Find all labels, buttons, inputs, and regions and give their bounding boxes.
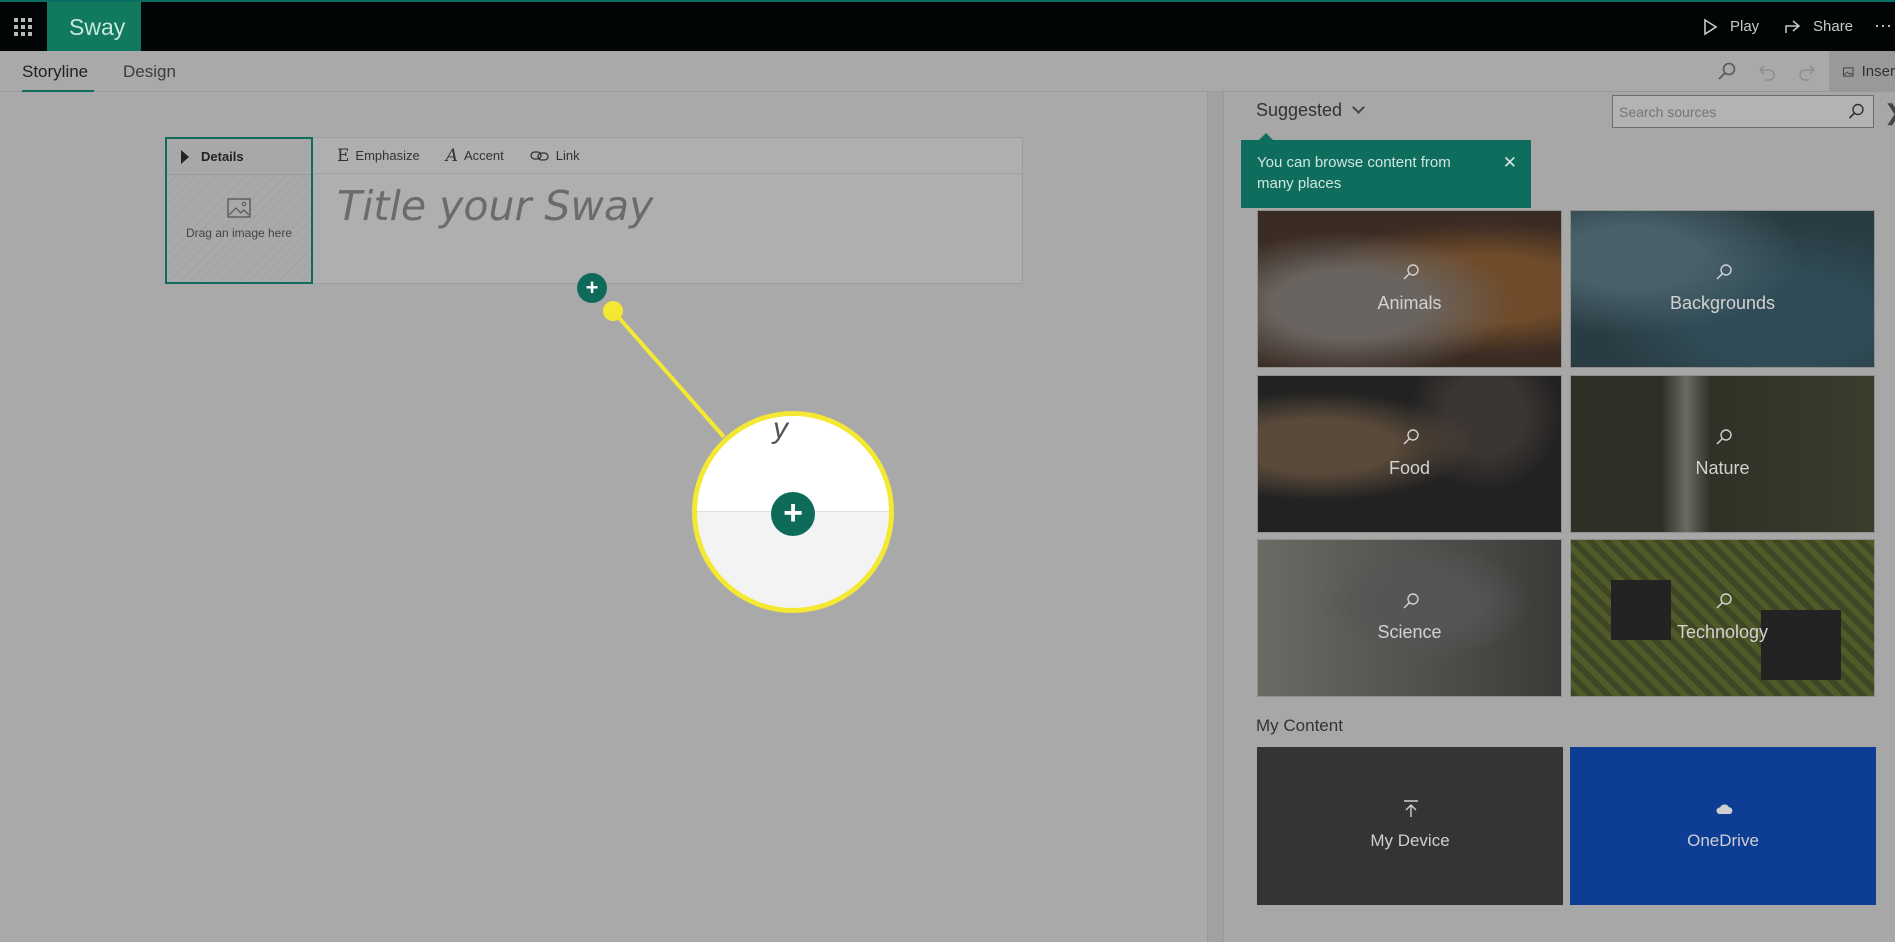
search-sources-field[interactable]	[1612, 95, 1874, 128]
search-icon	[1403, 264, 1419, 280]
zoom-callout: y +	[692, 411, 894, 613]
category-tile-technology[interactable]: Technology	[1570, 539, 1875, 697]
source-label: Suggested	[1256, 100, 1343, 120]
search-icon	[1716, 593, 1732, 609]
upload-icon	[1404, 800, 1418, 817]
editor-scrollbar[interactable]	[1207, 92, 1224, 942]
tooltip-close-icon[interactable]: ✕	[1503, 152, 1517, 173]
collapse-pane-icon[interactable]: ❯	[1884, 100, 1895, 126]
search-icon	[1716, 429, 1732, 445]
category-tile-animals[interactable]: Animals	[1257, 210, 1562, 368]
category-tile-nature[interactable]: Nature	[1570, 375, 1875, 533]
my-content-heading: My Content	[1256, 716, 1343, 735]
onedrive-tile[interactable]: OneDrive	[1570, 747, 1876, 905]
onedrive-label: OneDrive	[1687, 831, 1759, 850]
tooltip-text: You can browse content from many places	[1257, 154, 1451, 192]
add-content-button-zoomed: +	[771, 492, 815, 536]
category-label: Science	[1377, 622, 1442, 642]
my-device-tile[interactable]: My Device	[1257, 747, 1563, 905]
category-tile-backgrounds[interactable]: Backgrounds	[1570, 210, 1875, 368]
my-device-label: My Device	[1370, 831, 1450, 850]
chevron-down-icon	[1352, 101, 1365, 114]
source-dropdown[interactable]: Suggested	[1256, 100, 1365, 121]
category-tile-food[interactable]: Food	[1257, 375, 1562, 533]
category-label: Technology	[1676, 622, 1769, 642]
category-label: Animals	[1377, 293, 1442, 313]
search-icon	[1716, 264, 1732, 280]
search-icon	[1403, 429, 1419, 445]
cloud-icon	[1716, 804, 1733, 814]
search-icon[interactable]	[1848, 103, 1865, 120]
category-label: Food	[1388, 458, 1431, 478]
search-sources-input[interactable]	[1613, 96, 1833, 127]
category-label: Backgrounds	[1669, 293, 1776, 313]
zoom-title-fragment: y	[773, 412, 788, 445]
chip-decoration	[1761, 610, 1841, 680]
browse-tooltip: You can browse content from many places …	[1241, 133, 1531, 208]
category-label: Nature	[1695, 458, 1750, 478]
search-icon	[1403, 593, 1419, 609]
category-tile-science[interactable]: Science	[1257, 539, 1562, 697]
